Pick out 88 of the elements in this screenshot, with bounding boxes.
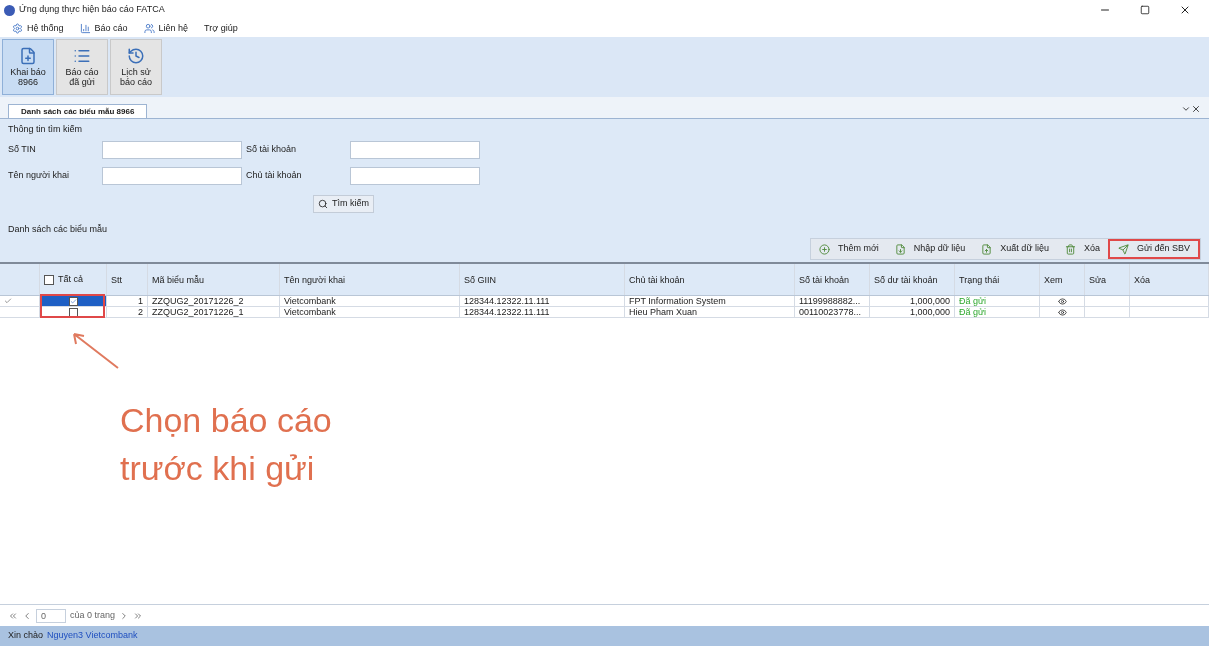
toolbar-button[interactable]: Xuất dữ liệu [973,239,1057,259]
table-cell: 11199988882... [795,296,870,306]
column-header: Xóa [1130,264,1209,295]
eye-icon[interactable] [1057,296,1067,306]
column-header: Tất cả [58,272,83,286]
page-field[interactable]: 0 [36,608,66,623]
field-label: Tên người khai [8,168,70,182]
table-row[interactable]: 2 ZZQUG2_20171226_1 Vietcombank 128344.12322.11.111 Hieu Pham Xuan 00110023778... 1,000,000 Đã gửi [0,307,1209,318]
status-cell: Đã gửi [955,307,1040,317]
search-button[interactable]: Tìm kiếm [313,194,374,213]
section-title: Thông tin tìm kiếm [8,123,84,136]
list-icon [73,47,91,65]
check-icon [4,297,12,305]
table-cell: ZZQUG2_20171226_2 [148,296,280,306]
table-cell: 128344.12322.11.111 [460,296,625,306]
people-icon [143,23,155,34]
maximize-icon [1140,5,1150,15]
table-cell: 00110023778... [795,307,870,317]
previous-page-icon[interactable] [22,610,32,621]
checkbox[interactable] [68,307,78,317]
toolbar-button[interactable]: Thêm mới [810,239,887,259]
status-cell: Đã gửi [955,296,1040,306]
annotation-text: Chọn báo cáo [120,400,332,441]
document-plus-icon [19,47,37,65]
table-cell: 128344.12322.11.111 [460,307,625,317]
table-cell: 1 [107,296,148,306]
search-icon [318,198,328,209]
last-page-icon[interactable] [133,610,144,621]
table-cell: FPT Information System [625,296,795,306]
trash-icon [1064,243,1076,255]
dropdown-icon[interactable] [1181,104,1191,114]
first-page-icon[interactable] [8,610,18,621]
gear-icon [12,23,23,34]
app-logo-icon [4,4,15,16]
column-header: Stt [107,264,148,295]
text-field[interactable] [350,140,480,159]
table-cell: ZZQUG2_20171226_1 [148,307,280,317]
ribbon-button[interactable]: Lịch sử báo cáo [110,39,162,95]
close-icon[interactable] [1191,104,1201,114]
text-field[interactable] [102,166,242,185]
user-link[interactable]: Nguyen3 Vietcombank [47,629,138,643]
checkbox[interactable] [44,274,54,285]
table-cell: 1,000,000 [870,296,955,306]
history-icon [127,47,145,65]
window-title: Ứng dụng thực hiện báo cáo FATCA [19,3,165,17]
toolbar-button[interactable]: Gửi đến SBV [1107,239,1200,259]
field-label: Chủ tài khoản [246,168,303,182]
table-cell: Hieu Pham Xuan [625,307,795,317]
checkbox[interactable] [68,296,78,306]
table-row[interactable]: 1 ZZQUG2_20171226_2 Vietcombank 128344.12322.11.111 FPT Information System 11199988882... 1,000,000 Đã gửi [0,296,1209,307]
eye-icon[interactable] [1057,307,1067,317]
annotation-text: trước khi gửi [120,448,316,489]
menu-item[interactable]: Trợ giúp [204,21,238,36]
column-header: Chủ tài khoản [625,264,795,295]
column-header: Sửa [1085,264,1130,295]
export-icon [981,243,993,255]
field-label: Số TIN [8,142,37,156]
close-icon [1179,4,1191,16]
chart-icon [79,23,91,34]
table-cell: 2 [107,307,148,317]
menu-item[interactable]: Liên hệ [143,21,189,36]
text-field[interactable] [350,166,480,185]
column-header: Tên người khai [280,264,460,295]
menu-item[interactable]: Báo cáo [79,21,128,36]
page-count: của 0 trang [70,608,116,622]
table-cell: 1,000,000 [870,307,955,317]
toolbar-button[interactable]: Xóa [1056,239,1108,259]
plus-icon [818,243,830,255]
section-title: Danh sách các biểu mẫu [8,222,109,236]
import-icon [894,243,906,255]
column-header: Xem [1040,264,1085,295]
column-header: Số dư tài khoản [870,264,955,295]
field-label: Số tài khoản [246,142,298,156]
column-header: Mã biểu mẫu [148,264,280,295]
toolbar-button[interactable]: Nhập dữ liệu [886,239,974,259]
column-header: Trạng thái [955,264,1040,295]
ribbon-button[interactable]: Khai báo 8966 [2,39,54,95]
table-cell: Vietcombank [280,296,460,306]
ribbon-button[interactable]: Báo cáo đã gửi [56,39,108,95]
selection-highlight [40,294,105,318]
table-cell: Vietcombank [280,307,460,317]
send-icon [1117,243,1129,255]
document-tab[interactable]: Danh sách các biểu mẫu 8966 [8,104,148,118]
text-field[interactable] [102,140,242,159]
menu-item[interactable]: Hệ thống [12,21,64,36]
column-header: Số GIIN [460,264,625,295]
greeting-text: Xin chào [8,629,44,643]
column-header: Số tài khoản [795,264,870,295]
